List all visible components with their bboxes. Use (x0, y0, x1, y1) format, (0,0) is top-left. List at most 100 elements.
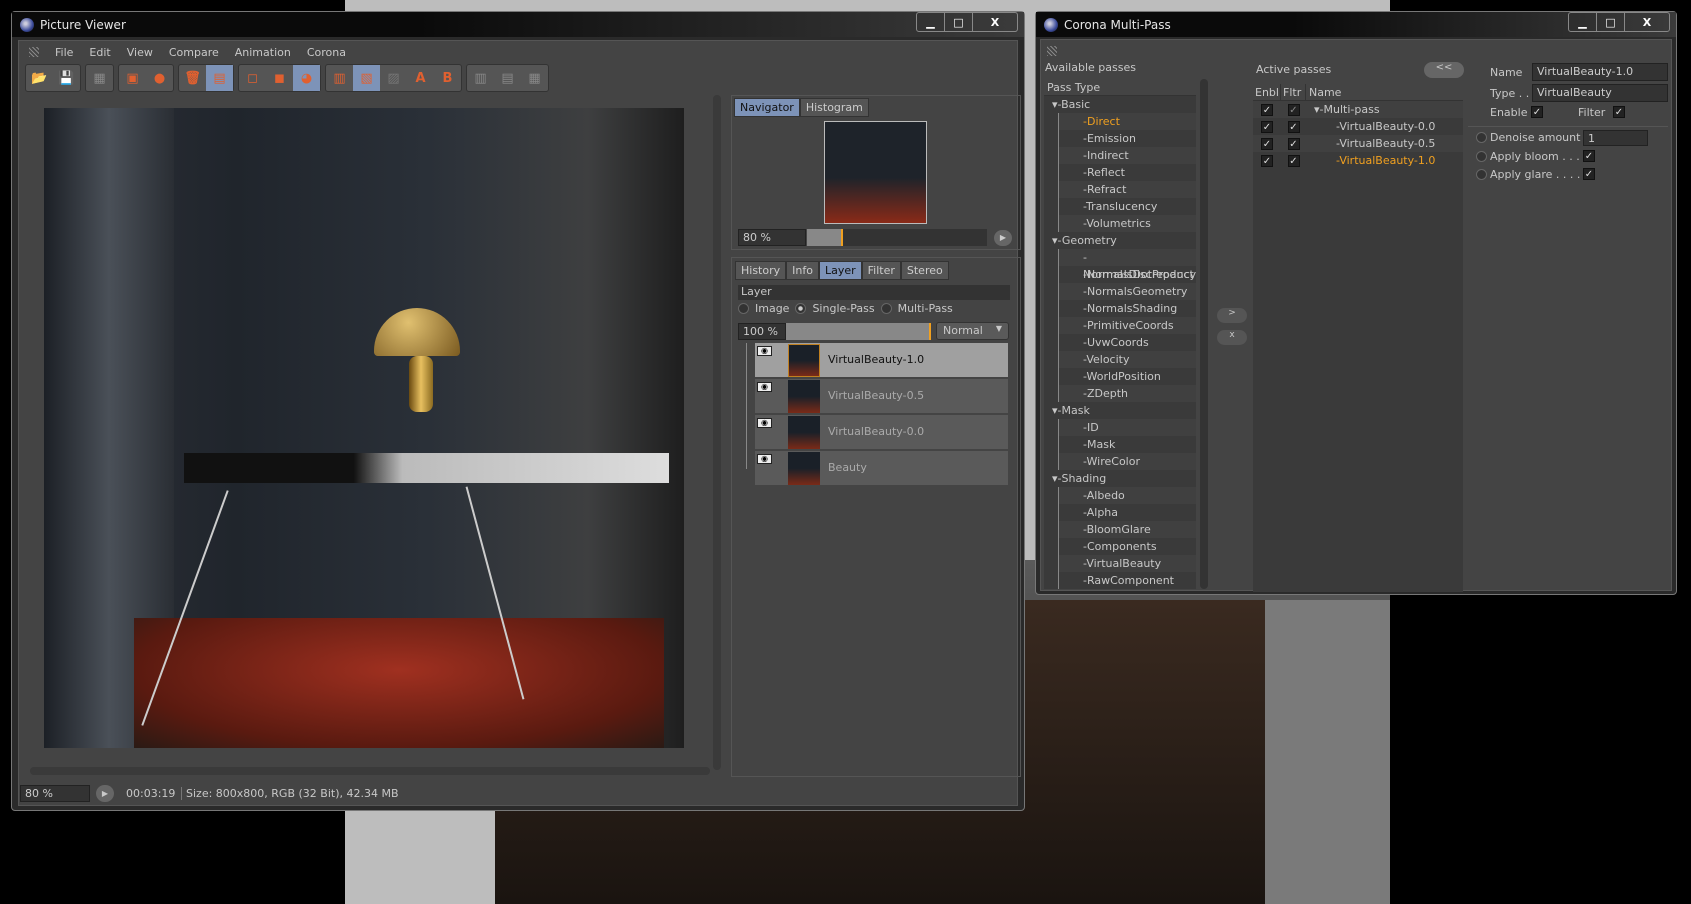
triangle-down-icon[interactable]: ▾ (1052, 472, 1058, 485)
pass-item[interactable]: -NormalsShading (1058, 300, 1196, 317)
pass-item[interactable]: -Alpha (1058, 504, 1196, 521)
triangle-down-icon[interactable]: ▾ (1052, 234, 1058, 247)
pass-item[interactable]: -PrimitiveCoords (1058, 317, 1196, 334)
filter-checkbox[interactable]: ✓ (1287, 121, 1300, 133)
pass-item[interactable]: -WorldPosition (1058, 368, 1196, 385)
glare-checkbox[interactable]: ✓ (1583, 168, 1595, 180)
radio-single-pass[interactable] (795, 303, 807, 314)
pass-item[interactable]: -BloomGlare (1058, 521, 1196, 538)
name-field[interactable]: VirtualBeauty-1.0 (1532, 63, 1668, 81)
filter-checkbox[interactable]: ✓ (1287, 104, 1300, 116)
available-scrollbar[interactable] (1200, 79, 1208, 589)
active-pass-row[interactable]: ✓ ✓ -VirtualBeauty-0.5 (1253, 135, 1463, 152)
pass-group[interactable]: ▾-Geometry (1044, 232, 1196, 249)
col-name[interactable]: Name (1306, 84, 1341, 100)
menu-corona[interactable]: Corona (307, 46, 346, 59)
blend-mode-dropdown[interactable]: Normal ▼ (936, 322, 1009, 340)
open-icon[interactable]: 📂 (26, 65, 53, 91)
col-filter[interactable]: Fltr (1281, 84, 1306, 100)
pass-item[interactable]: -Velocity (1058, 351, 1196, 368)
collapse-button[interactable]: << (1424, 62, 1464, 78)
menu-compare[interactable]: Compare (169, 46, 219, 59)
layer-row[interactable]: ◉ VirtualBeauty-0.0 (755, 415, 1008, 450)
vertical-scrollbar[interactable] (713, 95, 721, 770)
pass-item[interactable]: -UvwCoords (1058, 334, 1196, 351)
add-pass-button[interactable]: > (1217, 308, 1247, 323)
type-field[interactable]: VirtualBeauty (1532, 84, 1668, 102)
eye-icon[interactable]: ◉ (757, 454, 772, 464)
radio-image[interactable] (738, 303, 749, 314)
menu-animation[interactable]: Animation (235, 46, 291, 59)
enable-checkbox[interactable]: ✓ (1531, 106, 1543, 118)
pass-item[interactable]: -Mask (1058, 436, 1196, 453)
navigator-thumbnail[interactable] (824, 121, 927, 224)
pass-group[interactable]: ▾-Shading (1044, 470, 1196, 487)
pass-item[interactable]: -VirtualBeauty (1058, 555, 1196, 572)
pass-item[interactable]: -Emission (1058, 130, 1196, 147)
enable-checkbox[interactable]: ✓ (1261, 155, 1273, 167)
col-enable[interactable]: Enbl (1253, 84, 1281, 100)
pass-item[interactable]: -Translucency (1058, 198, 1196, 215)
pass-item[interactable]: -Direct (1058, 113, 1196, 130)
pass-item[interactable]: -Albedo (1058, 487, 1196, 504)
navigator-zoom-field[interactable]: 80 % (738, 229, 806, 246)
ab-side-icon[interactable]: ▥ (467, 65, 494, 91)
enable-checkbox[interactable]: ✓ (1261, 138, 1273, 150)
pass-group[interactable]: ▾-Basic (1044, 96, 1196, 113)
pass-item[interactable]: -ZDepth (1058, 385, 1196, 402)
tab-layer[interactable]: Layer (818, 261, 862, 280)
triangle-down-icon[interactable]: ▾ (1052, 98, 1058, 111)
set-b-icon[interactable]: B (434, 65, 461, 91)
minimize-button[interactable]: ▁ (1569, 13, 1597, 31)
pass-item[interactable]: -Volumetrics (1058, 215, 1196, 232)
tab-history[interactable]: History (735, 261, 787, 280)
active-root-row[interactable]: ✓ ✓ ▾-Multi-pass (1253, 101, 1463, 118)
eye-icon[interactable]: ◉ (757, 382, 772, 392)
bloom-anim-icon[interactable] (1476, 151, 1487, 162)
navigator-zoom-slider[interactable] (807, 229, 987, 246)
delete-icon[interactable]: 🗑 (179, 65, 206, 91)
denoise-field[interactable]: 1 (1583, 130, 1648, 146)
ab-compare-icon[interactable]: ▥ (326, 65, 353, 91)
menu-view[interactable]: View (127, 46, 153, 59)
enable-checkbox[interactable]: ✓ (1261, 121, 1273, 133)
menu-file[interactable]: File (55, 46, 73, 59)
layer-row[interactable]: ◉ VirtualBeauty-0.5 (755, 379, 1008, 414)
ab-grid-icon[interactable]: ▦ (521, 65, 548, 91)
pass-item[interactable]: -ID (1058, 419, 1196, 436)
active-pass-row[interactable]: ✓ ✓ -VirtualBeauty-0.0 (1253, 118, 1463, 135)
maximize-button[interactable]: □ (1597, 13, 1625, 31)
pass-item[interactable]: -Refract (1058, 181, 1196, 198)
remove-pass-button[interactable]: x (1217, 330, 1247, 345)
tab-stereo[interactable]: Stereo (900, 261, 949, 280)
pass-item[interactable]: -Indirect (1058, 147, 1196, 164)
radio-multi-pass[interactable] (880, 303, 892, 314)
tab-navigator[interactable]: Navigator (734, 98, 800, 117)
glare-anim-icon[interactable] (1476, 169, 1487, 180)
pass-item[interactable]: -NormalsGeometry (1058, 283, 1196, 300)
opacity-field[interactable]: 100 % (738, 323, 786, 340)
status-zoom-field[interactable]: 80 % (20, 785, 90, 802)
save-icon[interactable]: 💾 (53, 65, 80, 91)
view-multi-icon[interactable]: ◼ (266, 65, 293, 91)
triangle-down-icon[interactable]: ▾ (1314, 103, 1320, 116)
opacity-slider[interactable] (786, 323, 931, 340)
maximize-button[interactable]: □ (945, 13, 973, 31)
menu-edit[interactable]: Edit (89, 46, 110, 59)
copy-icon[interactable]: ▤ (206, 65, 233, 91)
pass-item[interactable]: -NormalsDiscrepancy (1058, 249, 1196, 281)
bloom-checkbox[interactable]: ✓ (1583, 150, 1595, 162)
pass-item[interactable]: -NormalsDotProduct (1058, 266, 1196, 283)
pass-item[interactable]: -Components (1058, 538, 1196, 555)
add-to-pv-icon[interactable]: ▣ (119, 65, 146, 91)
export-icon[interactable]: ● (146, 65, 173, 91)
play-icon[interactable]: ▶ (994, 230, 1012, 246)
set-a-icon[interactable]: A (407, 65, 434, 91)
view-eye-icon[interactable]: ◕ (293, 65, 320, 91)
pass-item[interactable]: -RawComponent (1058, 572, 1196, 589)
pass-group[interactable]: ▾-Mask (1044, 402, 1196, 419)
ab-disabled-icon[interactable]: ▨ (380, 65, 407, 91)
ab-stack-icon[interactable]: ▤ (494, 65, 521, 91)
filter-checkbox[interactable]: ✓ (1287, 138, 1300, 150)
eye-icon[interactable]: ◉ (757, 346, 772, 356)
